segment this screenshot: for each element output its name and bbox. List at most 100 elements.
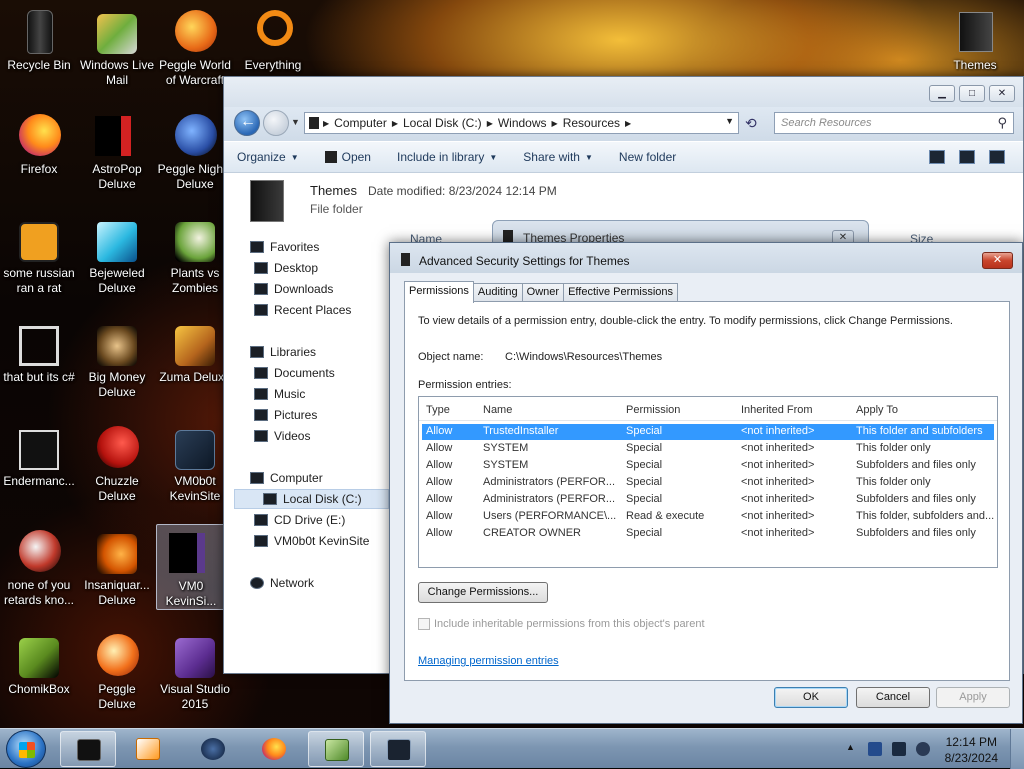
desktop-icon-csharp-app[interactable]: that but its c# xyxy=(0,316,78,416)
nav-favorites[interactable]: Favorites xyxy=(250,237,319,257)
item-type: File folder xyxy=(310,202,363,216)
nav-libraries[interactable]: Libraries xyxy=(250,342,316,362)
start-button[interactable] xyxy=(6,730,46,768)
taskbar-app-button[interactable] xyxy=(185,731,241,767)
maximize-button[interactable]: □ xyxy=(959,85,985,102)
desktop-icon-chuzzle[interactable]: Chuzzle Deluxe xyxy=(78,420,156,520)
nav-desktop[interactable]: Desktop xyxy=(254,258,318,278)
breadcrumb-computer[interactable]: Computer xyxy=(329,116,392,130)
action-center-icon[interactable] xyxy=(868,742,882,756)
nav-local-disk[interactable]: Local Disk (C:) xyxy=(234,489,389,509)
desktop-icon-enderman[interactable]: Endermanc... xyxy=(0,420,78,520)
desktop-icon-chomikbox[interactable]: ChomikBox xyxy=(0,628,78,728)
open-button[interactable]: Open xyxy=(312,150,384,164)
nav-documents[interactable]: Documents xyxy=(254,363,335,383)
recent-pages-dropdown[interactable]: ▼ xyxy=(291,117,300,127)
permission-row[interactable]: Allow TrustedInstaller Special <not inhe… xyxy=(422,424,994,440)
desktop-icon-firefox[interactable]: Firefox xyxy=(0,108,78,208)
advanced-security-dialog[interactable]: Advanced Security Settings for Themes ✕ … xyxy=(389,242,1023,724)
column-header-type[interactable]: Type xyxy=(426,404,450,416)
firefox-icon xyxy=(262,738,286,760)
tab-owner[interactable]: Owner xyxy=(521,283,565,302)
clock[interactable]: 12:14 PM 8/23/2024 xyxy=(945,734,998,766)
nav-downloads[interactable]: Downloads xyxy=(254,279,333,299)
address-bar[interactable]: ▶ Computer ▶ Local Disk (C:) ▶ Windows ▶… xyxy=(304,112,739,134)
permission-entries-list[interactable]: Type Name Permission Inherited From Appl… xyxy=(418,396,998,568)
column-header-apply-to[interactable]: Apply To xyxy=(856,404,898,416)
desktop-icon-windows-live-mail[interactable]: Windows Live Mail xyxy=(78,4,156,104)
tab-auditing[interactable]: Auditing xyxy=(472,283,523,302)
nav-cd-drive[interactable]: CD Drive (E:) xyxy=(254,510,345,530)
taskbar-security-dialog-button[interactable] xyxy=(370,731,426,767)
explorer-titlebar[interactable]: ▁ □ ✕ xyxy=(224,77,1023,107)
desktop-icon-vm-folder[interactable]: VM0 KevinSi... xyxy=(156,524,226,610)
nav-vm-drive[interactable]: VM0b0t KevinSite xyxy=(254,531,369,551)
desktop-icon-peggle[interactable]: Peggle Deluxe xyxy=(78,628,156,728)
nav-recent-places[interactable]: Recent Places xyxy=(254,300,351,320)
nav-network[interactable]: Network xyxy=(250,573,314,593)
network-status-icon[interactable] xyxy=(892,742,906,756)
managing-permissions-link[interactable]: Managing permission entries xyxy=(418,655,559,667)
search-icon[interactable]: ⚲ xyxy=(997,115,1007,131)
back-button[interactable] xyxy=(234,110,260,136)
help-icon[interactable] xyxy=(989,150,1005,164)
column-header-name[interactable]: Name xyxy=(483,404,512,416)
share-label: Share with xyxy=(523,150,580,164)
show-hidden-icons-icon[interactable]: ▲ xyxy=(846,742,860,756)
forward-button[interactable] xyxy=(263,110,289,136)
ok-button[interactable]: OK xyxy=(774,687,848,708)
breadcrumb-windows[interactable]: Windows xyxy=(493,116,552,130)
desktop-icon-bejeweled[interactable]: Bejeweled Deluxe xyxy=(78,212,156,312)
volume-icon[interactable] xyxy=(916,742,930,756)
tab-permissions[interactable]: Permissions xyxy=(404,281,474,303)
change-permissions-button[interactable]: Change Permissions... xyxy=(418,582,548,603)
desktop-icon-astropop[interactable]: AstroPop Deluxe xyxy=(78,108,156,208)
tab-effective-permissions[interactable]: Effective Permissions xyxy=(563,283,679,302)
new-folder-button[interactable]: New folder xyxy=(606,150,689,164)
view-options-icon[interactable] xyxy=(929,150,945,164)
apply-button[interactable]: Apply xyxy=(936,687,1010,708)
desktop-icon-recycle-bin[interactable]: Recycle Bin xyxy=(0,4,78,104)
permission-row[interactable]: Allow SYSTEM Special <not inherited> Thi… xyxy=(422,441,994,457)
peggle-icon xyxy=(97,634,139,676)
permission-row[interactable]: Allow CREATOR OWNER Special <not inherit… xyxy=(422,526,994,542)
dialog-titlebar[interactable]: Advanced Security Settings for Themes ✕ xyxy=(390,243,1022,273)
organize-button[interactable]: Organize ▼ xyxy=(224,150,312,164)
desktop-icon-rat-app[interactable]: some russian ran a rat xyxy=(0,212,78,312)
permission-row[interactable]: Allow SYSTEM Special <not inherited> Sub… xyxy=(422,458,994,474)
taskbar-media-player-button[interactable] xyxy=(120,731,176,767)
column-header-permission[interactable]: Permission xyxy=(626,404,680,416)
include-inheritable-checkbox[interactable] xyxy=(418,618,430,630)
nav-computer[interactable]: Computer xyxy=(250,468,323,488)
taskbar-control-panel-button[interactable] xyxy=(308,731,364,767)
taskbar-firefox-button[interactable] xyxy=(246,731,302,767)
cancel-button[interactable]: Cancel xyxy=(856,687,930,708)
address-dropdown-icon[interactable]: ▼ xyxy=(725,116,734,126)
breadcrumb-resources[interactable]: Resources xyxy=(558,116,625,130)
cell-type: Allow xyxy=(426,425,453,437)
column-header-inherited-from[interactable]: Inherited From xyxy=(741,404,813,416)
minimize-button[interactable]: ▁ xyxy=(929,85,955,102)
refresh-icon[interactable]: ⟲ xyxy=(745,115,765,133)
include-in-library-button[interactable]: Include in library ▼ xyxy=(384,150,510,164)
desktop-icon-insaniquarium[interactable]: Insaniquar... Deluxe xyxy=(78,524,156,624)
recent-places-icon xyxy=(254,304,268,316)
nav-pictures[interactable]: Pictures xyxy=(254,405,317,425)
visual-studio-icon xyxy=(175,638,215,678)
close-button[interactable]: ✕ xyxy=(989,85,1015,102)
nav-music[interactable]: Music xyxy=(254,384,305,404)
dialog-close-button[interactable]: ✕ xyxy=(982,252,1013,269)
breadcrumb-local-disk[interactable]: Local Disk (C:) xyxy=(398,116,487,130)
cell-inherited-from: <not inherited> xyxy=(741,510,815,522)
desktop-icon-big-money[interactable]: Big Money Deluxe xyxy=(78,316,156,416)
desktop-icon-shortcut[interactable]: none of you retards kno... xyxy=(0,524,78,624)
permission-row[interactable]: Allow Users (PERFORMANCE\... Read & exec… xyxy=(422,509,994,525)
nav-videos[interactable]: Videos xyxy=(254,426,310,446)
permission-row[interactable]: Allow Administrators (PERFOR... Special … xyxy=(422,492,994,508)
permission-row[interactable]: Allow Administrators (PERFOR... Special … xyxy=(422,475,994,491)
taskbar-explorer-button[interactable] xyxy=(60,731,116,767)
preview-pane-icon[interactable] xyxy=(959,150,975,164)
search-input[interactable]: Search Resources ⚲ xyxy=(774,112,1014,134)
show-desktop-button[interactable] xyxy=(1010,729,1024,769)
share-with-button[interactable]: Share with ▼ xyxy=(510,150,606,164)
